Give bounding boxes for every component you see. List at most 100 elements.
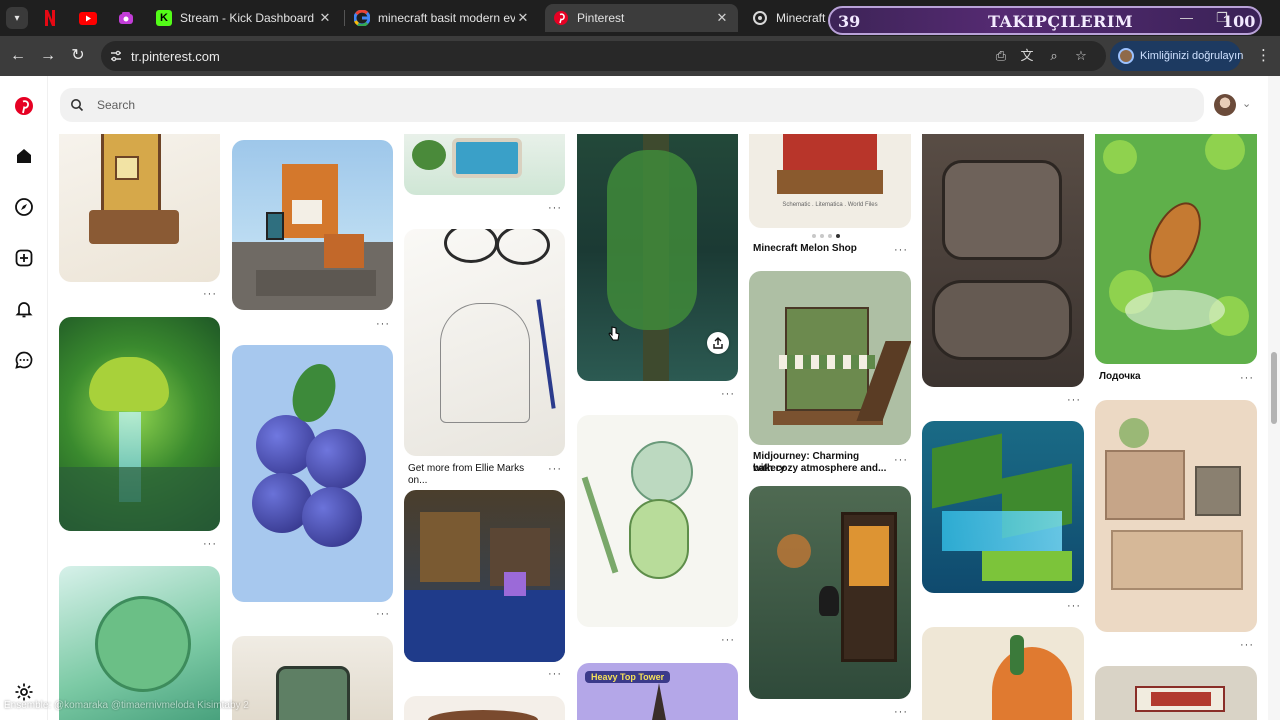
- pin-card[interactable]: [1095, 400, 1257, 632]
- overlay-title: TAKIPÇILERIM: [988, 12, 1134, 31]
- pinterest-sidebar: [0, 76, 48, 720]
- pin-options-icon[interactable]: ···: [721, 388, 735, 400]
- pin-title: Лодочка: [1099, 371, 1141, 382]
- pin-card[interactable]: [749, 486, 911, 699]
- profile-avatar-icon: [1118, 48, 1134, 64]
- maximize-icon[interactable]: ❐: [1216, 10, 1228, 26]
- pin-options-icon[interactable]: ···: [203, 288, 217, 300]
- pin-options-icon[interactable]: ···: [548, 202, 562, 214]
- explore-compass-icon[interactable]: [14, 197, 34, 217]
- install-app-icon[interactable]: ⎙: [993, 48, 1009, 64]
- search-bar[interactable]: Search: [60, 88, 1204, 122]
- translate-icon[interactable]: 文: [1019, 48, 1035, 64]
- close-tab-icon[interactable]: ✕: [714, 10, 730, 26]
- create-pin-icon[interactable]: [14, 248, 34, 268]
- minecraft-icon: [753, 11, 767, 25]
- carousel-dot[interactable]: [836, 234, 840, 238]
- reload-icon[interactable]: ↻: [68, 46, 88, 66]
- pin-options-icon[interactable]: ···: [1240, 639, 1254, 651]
- pin-card[interactable]: [922, 134, 1084, 387]
- zoom-icon[interactable]: ⌕: [1046, 48, 1062, 64]
- tab-title: Pinterest: [577, 11, 625, 25]
- pin-options-icon[interactable]: ···: [203, 538, 217, 550]
- scrollbar-thumb[interactable]: [1271, 352, 1277, 424]
- pin-options-icon[interactable]: ···: [894, 244, 908, 256]
- tab-title: Minecraft köp: [776, 11, 826, 25]
- tab-pinterest[interactable]: Pinterest ✕: [545, 4, 738, 32]
- pin-options-icon[interactable]: ···: [1240, 372, 1254, 384]
- notifications-bell-icon[interactable]: [14, 299, 34, 319]
- pin-card[interactable]: Schematic . Litematica . World Files: [749, 134, 911, 228]
- pin-card[interactable]: [59, 566, 220, 720]
- tab-google-search[interactable]: minecraft basit modern evler - G ✕: [346, 4, 539, 32]
- close-tab-icon[interactable]: ✕: [317, 10, 333, 26]
- google-icon: [354, 10, 370, 26]
- pin-card[interactable]: [404, 134, 565, 195]
- tab-minecraft[interactable]: Minecraft köp: [744, 4, 834, 32]
- tab-title: minecraft basit modern evler - G: [378, 11, 515, 25]
- pin-card[interactable]: [404, 229, 565, 456]
- pin-feed: ··· ··· ··· ··· ··· Get more from Ellie …: [48, 134, 1268, 720]
- pin-options-icon[interactable]: ···: [721, 634, 735, 646]
- pin-card[interactable]: [749, 271, 911, 445]
- share-icon: [713, 337, 723, 349]
- pin-options-icon[interactable]: ···: [1067, 394, 1081, 406]
- profile-avatar[interactable]: [1214, 94, 1236, 116]
- pin-card[interactable]: [404, 490, 565, 662]
- pin-card[interactable]: [577, 134, 738, 381]
- url-text: tr.pinterest.com: [131, 49, 220, 64]
- tab-kick-dashboard[interactable]: K Stream - Kick Dashboard ✕: [148, 4, 341, 32]
- pin-overlay-label: Heavy Top Tower: [585, 671, 671, 683]
- pin-card[interactable]: [232, 345, 393, 602]
- pin-card[interactable]: [404, 696, 565, 720]
- search-placeholder: Search: [97, 98, 136, 112]
- pin-card[interactable]: [577, 415, 738, 627]
- site-settings-icon[interactable]: [109, 49, 123, 63]
- netflix-pinned-tab[interactable]: [40, 8, 60, 28]
- pin-options-icon[interactable]: ···: [894, 706, 908, 718]
- carousel-dot[interactable]: [812, 234, 816, 238]
- verify-identity-button[interactable]: Kimliğinizi doğrulayın: [1110, 41, 1244, 71]
- pin-card[interactable]: [1095, 134, 1257, 364]
- verify-identity-label: Kimliğinizi doğrulayın: [1140, 50, 1244, 62]
- tab-search-button[interactable]: ▾: [6, 7, 28, 29]
- follower-count: 39: [838, 12, 861, 31]
- home-icon[interactable]: [14, 146, 34, 166]
- pinterest-logo-icon[interactable]: [14, 96, 34, 116]
- pin-card[interactable]: [1095, 666, 1257, 720]
- share-button[interactable]: [707, 332, 729, 354]
- tab-divider: [344, 10, 345, 26]
- pin-card[interactable]: [59, 134, 220, 282]
- settings-gear-icon[interactable]: [14, 682, 34, 702]
- pin-card[interactable]: [232, 140, 393, 310]
- pin-options-icon[interactable]: ···: [548, 668, 562, 680]
- pin-title: Get more from Ellie Marks on...: [408, 463, 525, 486]
- chevron-down-icon[interactable]: ⌄: [1242, 97, 1251, 110]
- twitch-pinned-tab[interactable]: [116, 8, 136, 28]
- messages-icon[interactable]: [14, 350, 34, 370]
- browser-toolbar: ← → ↻ tr.pinterest.com ⎙ 文 ⌕ ☆ Kimliğini…: [0, 36, 1280, 76]
- carousel-dot[interactable]: [828, 234, 832, 238]
- pin-options-icon[interactable]: ···: [894, 454, 908, 466]
- browser-menu-icon[interactable]: ⋮: [1256, 46, 1271, 64]
- pin-card[interactable]: [59, 317, 220, 531]
- pin-options-icon[interactable]: ···: [376, 318, 390, 330]
- pin-options-icon[interactable]: ···: [548, 463, 562, 475]
- youtube-pinned-tab[interactable]: [78, 8, 98, 28]
- follower-goal-overlay: 39 TAKIPÇILERIM 100: [828, 6, 1262, 35]
- pin-card[interactable]: [922, 627, 1084, 720]
- search-icon: [71, 99, 84, 112]
- bookmark-star-icon[interactable]: ☆: [1073, 48, 1089, 64]
- pin-options-icon[interactable]: ···: [1067, 600, 1081, 612]
- phone-icon: [119, 12, 133, 24]
- forward-arrow-icon[interactable]: →: [38, 46, 58, 66]
- address-bar[interactable]: tr.pinterest.com ⎙ 文 ⌕ ☆: [101, 41, 1106, 71]
- minimize-icon[interactable]: —: [1180, 10, 1193, 25]
- pin-card[interactable]: [232, 636, 393, 720]
- carousel-dot[interactable]: [820, 234, 824, 238]
- pin-options-icon[interactable]: ···: [376, 608, 390, 620]
- pin-card[interactable]: [922, 421, 1084, 593]
- close-tab-icon[interactable]: ✕: [515, 10, 531, 26]
- pin-card[interactable]: Heavy Top Tower: [577, 663, 738, 720]
- back-arrow-icon[interactable]: ←: [8, 46, 28, 66]
